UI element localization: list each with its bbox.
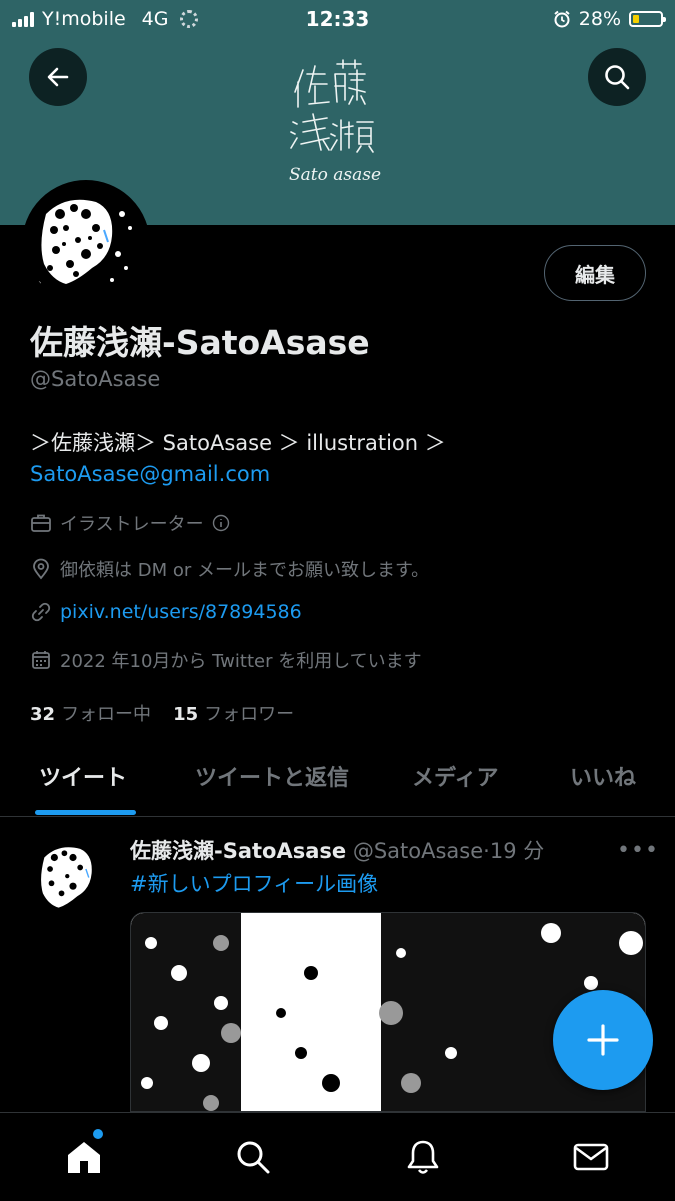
nav-notifications[interactable] — [401, 1135, 445, 1179]
profile-avatar[interactable] — [22, 180, 150, 308]
followers-link[interactable]: 15 フォロワー — [173, 700, 294, 726]
arrow-left-icon — [47, 67, 69, 87]
tweet-more-button[interactable]: ••• — [617, 838, 659, 863]
profile-location: 御依頼は DM or メールまでお願い致します。 — [30, 556, 429, 582]
banner-logo: Sato asase — [289, 59, 381, 185]
profile-tabs: ツイート ツイートと返信 メディア いいね — [0, 740, 675, 817]
alarm-icon — [554, 10, 570, 28]
link-icon — [31, 602, 51, 622]
tweet-hashtag[interactable]: #新しいプロフィール画像 — [130, 868, 378, 898]
home-icon — [68, 1142, 100, 1173]
following-link[interactable]: 32 フォロー中 — [30, 700, 151, 726]
profile-joined: 2022 年10月から Twitter を利用しています — [30, 647, 422, 673]
joined-label: 2022 年10月から Twitter を利用しています — [60, 651, 422, 672]
tab-likes[interactable]: いいね — [570, 760, 636, 792]
tab-tweets-replies[interactable]: ツイートと返信 — [195, 760, 349, 792]
nav-search[interactable] — [231, 1135, 275, 1179]
followers-label: フォロワー — [204, 704, 295, 725]
tweet-avatar-image — [30, 836, 116, 922]
active-tab-indicator — [35, 810, 136, 815]
search-icon — [237, 1141, 270, 1174]
nav-home[interactable] — [62, 1135, 106, 1179]
location-pin-icon — [33, 558, 49, 580]
category-label: イラストレーター — [60, 514, 204, 535]
profile-website[interactable]: pixiv.net/users/87894586 — [30, 601, 302, 623]
display-name: 佐藤浅瀬-SatoAsase — [30, 323, 370, 362]
following-count: 32 — [30, 704, 56, 725]
status-right: 28% — [553, 8, 666, 30]
followers-count: 15 — [173, 704, 199, 725]
following-label: フォロー中 — [61, 704, 152, 725]
tweet-avatar[interactable] — [30, 836, 116, 922]
back-button[interactable] — [29, 48, 87, 106]
info-icon[interactable] — [212, 514, 230, 532]
tab-tweets[interactable]: ツイート — [39, 760, 127, 792]
avatar-image — [26, 184, 146, 304]
battery-percent: 28% — [578, 8, 621, 30]
profile-category: イラストレーター — [30, 510, 230, 536]
tweet-separator: · — [483, 839, 490, 863]
tweet-header: 佐藤浅瀬-SatoAsase @SatoAsase·19 分 — [130, 835, 544, 865]
search-icon — [605, 65, 630, 90]
edit-profile-button[interactable]: 編集 — [544, 245, 646, 301]
status-bar: Y!mobile 4G 12:33 28% — [0, 0, 675, 38]
calendar-icon — [32, 651, 50, 669]
home-notification-dot — [93, 1129, 103, 1139]
profile-handle: @SatoAsase — [30, 367, 161, 391]
briefcase-icon — [31, 514, 51, 532]
bell-icon — [407, 1140, 439, 1174]
battery-icon — [629, 11, 666, 27]
nav-messages[interactable] — [569, 1135, 613, 1179]
location-label: 御依頼は DM or メールまでお願い致します。 — [60, 560, 430, 581]
bio-text: ＞佐藤浅瀬＞ SatoAsase ＞ illustration ＞ — [30, 431, 446, 455]
compose-tweet-button[interactable] — [553, 990, 653, 1090]
bio-email-link[interactable]: SatoAsase@gmail.com — [30, 462, 270, 486]
plus-icon — [587, 1024, 619, 1056]
search-button[interactable] — [588, 48, 646, 106]
tweet-author-handle[interactable]: @SatoAsase — [353, 839, 483, 863]
bottom-navigation — [0, 1112, 675, 1201]
website-link[interactable]: pixiv.net/users/87894586 — [60, 601, 302, 623]
follow-stats: 32 フォロー中 15 フォロワー — [30, 700, 294, 726]
tab-media[interactable]: メディア — [412, 760, 498, 792]
mail-icon — [573, 1143, 609, 1171]
tweet-time[interactable]: 19 分 — [490, 839, 544, 863]
tweet-author-name[interactable]: 佐藤浅瀬-SatoAsase — [130, 839, 346, 863]
banner-logo-text: Sato asase — [289, 165, 381, 185]
